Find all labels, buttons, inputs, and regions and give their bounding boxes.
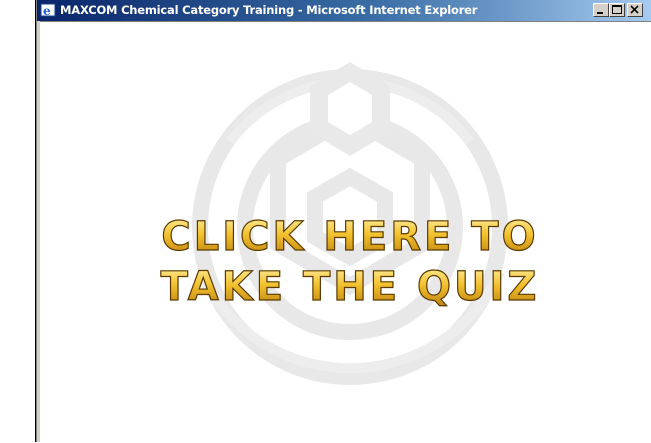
quiz-line-1: CLICK HERE TO: [161, 214, 538, 260]
browser-window: e MAXCOM Chemical Category Training - Mi…: [36, 0, 651, 443]
take-quiz-link[interactable]: CLICK HERE TO TAKE THE QUIZ: [130, 204, 570, 314]
maximize-button[interactable]: [609, 3, 625, 17]
maximize-icon: [612, 5, 622, 14]
left-frame-edge: [0, 0, 36, 442]
take-quiz-banner: CLICK HERE TO TAKE THE QUIZ: [160, 213, 540, 310]
title-bar[interactable]: e MAXCOM Chemical Category Training - Mi…: [37, 0, 651, 21]
quiz-line-2: TAKE THE QUIZ: [161, 264, 540, 310]
page-content: CLICK HERE TO TAKE THE QUIZ: [40, 21, 651, 443]
internet-explorer-icon: e: [40, 2, 56, 18]
close-icon: [630, 5, 639, 14]
svg-text:e: e: [43, 4, 51, 18]
minimize-icon: [597, 12, 603, 14]
close-button[interactable]: [627, 3, 643, 17]
window-title: MAXCOM Chemical Category Training - Micr…: [60, 3, 478, 17]
minimize-button[interactable]: [593, 3, 609, 17]
